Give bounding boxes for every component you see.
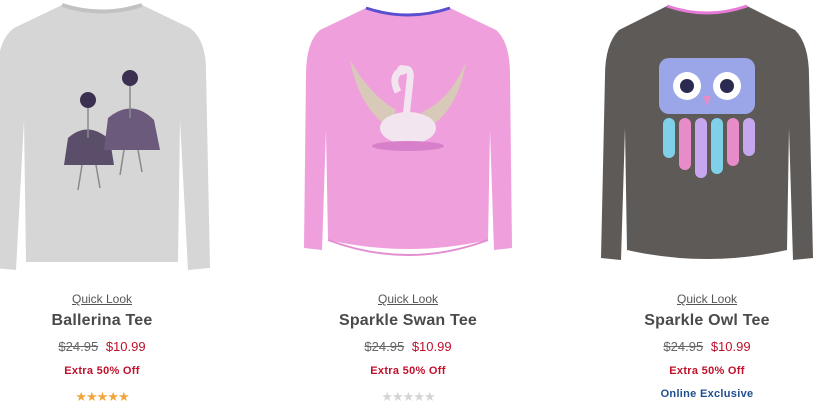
product-card: Quick Look Sparkle Swan Tee $24.95 $10.9… bbox=[288, 0, 528, 409]
product-price: $24.95 $10.99 bbox=[587, 339, 815, 354]
product-name[interactable]: Sparkle Owl Tee bbox=[587, 312, 815, 330]
product-image-sparkle-owl-tee[interactable] bbox=[597, 0, 815, 278]
star-filled-icon: ★ bbox=[86, 389, 98, 404]
star-filled-icon: ★ bbox=[117, 389, 130, 404]
product-grid: Quick Look Ballerina Tee $24.95 $10.99 E… bbox=[0, 0, 815, 409]
sale-price: $10.99 bbox=[710, 339, 751, 354]
star-empty-icon: ★ bbox=[413, 389, 425, 404]
original-price: $24.95 bbox=[58, 339, 99, 354]
product-name[interactable]: Ballerina Tee bbox=[0, 312, 222, 330]
original-price: $24.95 bbox=[364, 339, 405, 354]
star-empty-icon: ★ bbox=[381, 389, 393, 404]
quick-look-link[interactable]: Quick Look bbox=[288, 292, 528, 306]
product-image-sparkle-swan-tee[interactable] bbox=[298, 0, 518, 278]
star-empty-icon: ★ bbox=[392, 389, 404, 404]
product-card: Quick Look Ballerina Tee $24.95 $10.99 E… bbox=[0, 0, 222, 409]
promo-badge: Extra 50% Off bbox=[370, 365, 446, 377]
product-card: Quick Look Sparkle Owl Tee $24.95 $10.99… bbox=[587, 0, 815, 409]
product-image-ballerina-tee[interactable] bbox=[0, 0, 212, 278]
star-empty-icon: ★ bbox=[423, 389, 436, 404]
product-name[interactable]: Sparkle Swan Tee bbox=[288, 312, 528, 330]
quick-look-link[interactable]: Quick Look bbox=[0, 292, 222, 306]
star-filled-icon: ★ bbox=[96, 389, 109, 404]
star-filled-icon: ★ bbox=[75, 389, 87, 404]
product-price: $24.95 $10.99 bbox=[288, 339, 528, 354]
product-price: $24.95 $10.99 bbox=[0, 339, 222, 354]
promo-badge: Extra 50% Off bbox=[669, 365, 745, 377]
star-filled-icon: ★ bbox=[107, 389, 119, 404]
sale-price: $10.99 bbox=[411, 339, 452, 354]
star-rating[interactable]: ★★★★★ bbox=[0, 390, 222, 403]
sale-price: $10.99 bbox=[105, 339, 146, 354]
online-exclusive-badge: Online Exclusive bbox=[660, 388, 754, 400]
star-empty-icon: ★ bbox=[402, 389, 415, 404]
star-rating[interactable]: ★★★★★ bbox=[288, 390, 528, 403]
promo-badge: Extra 50% Off bbox=[64, 365, 140, 377]
quick-look-link[interactable]: Quick Look bbox=[587, 292, 815, 306]
original-price: $24.95 bbox=[663, 339, 704, 354]
